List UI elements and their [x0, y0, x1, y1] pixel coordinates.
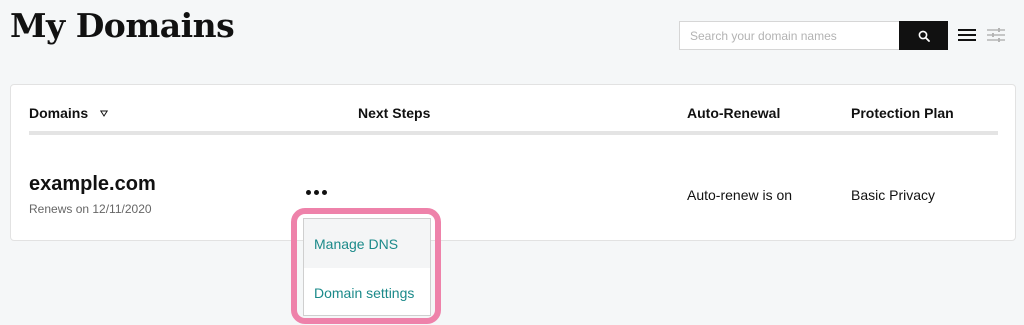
column-header-next-steps: Next Steps: [358, 105, 431, 121]
hamburger-list-icon[interactable]: [958, 27, 976, 43]
auto-renew-status: Auto-renew is on: [687, 187, 793, 203]
search-icon: [918, 30, 930, 42]
highlight-annotation: [291, 208, 441, 324]
protection-plan-value: Basic Privacy: [851, 187, 936, 203]
domain-name-link[interactable]: example.com: [29, 173, 156, 196]
column-header-auto-renewal: Auto-Renewal: [687, 105, 781, 121]
column-header-domains[interactable]: Domains: [29, 105, 109, 121]
column-header-protection-plan: Protection Plan: [851, 105, 954, 121]
ellipsis-icon[interactable]: [302, 184, 330, 200]
search-bar: [679, 21, 948, 50]
search-input[interactable]: [679, 21, 899, 50]
renewal-date: Renews on 12/11/2020: [29, 202, 152, 216]
triangle-down-icon: [100, 110, 109, 117]
search-button[interactable]: [899, 21, 948, 50]
sliders-filter-icon[interactable]: [987, 27, 1005, 43]
header-divider: [29, 131, 998, 135]
page: My Domains Domains Next Steps Auto-Renew…: [0, 0, 1024, 325]
page-title: My Domains: [10, 6, 235, 45]
column-header-domains-label: Domains: [29, 105, 89, 121]
